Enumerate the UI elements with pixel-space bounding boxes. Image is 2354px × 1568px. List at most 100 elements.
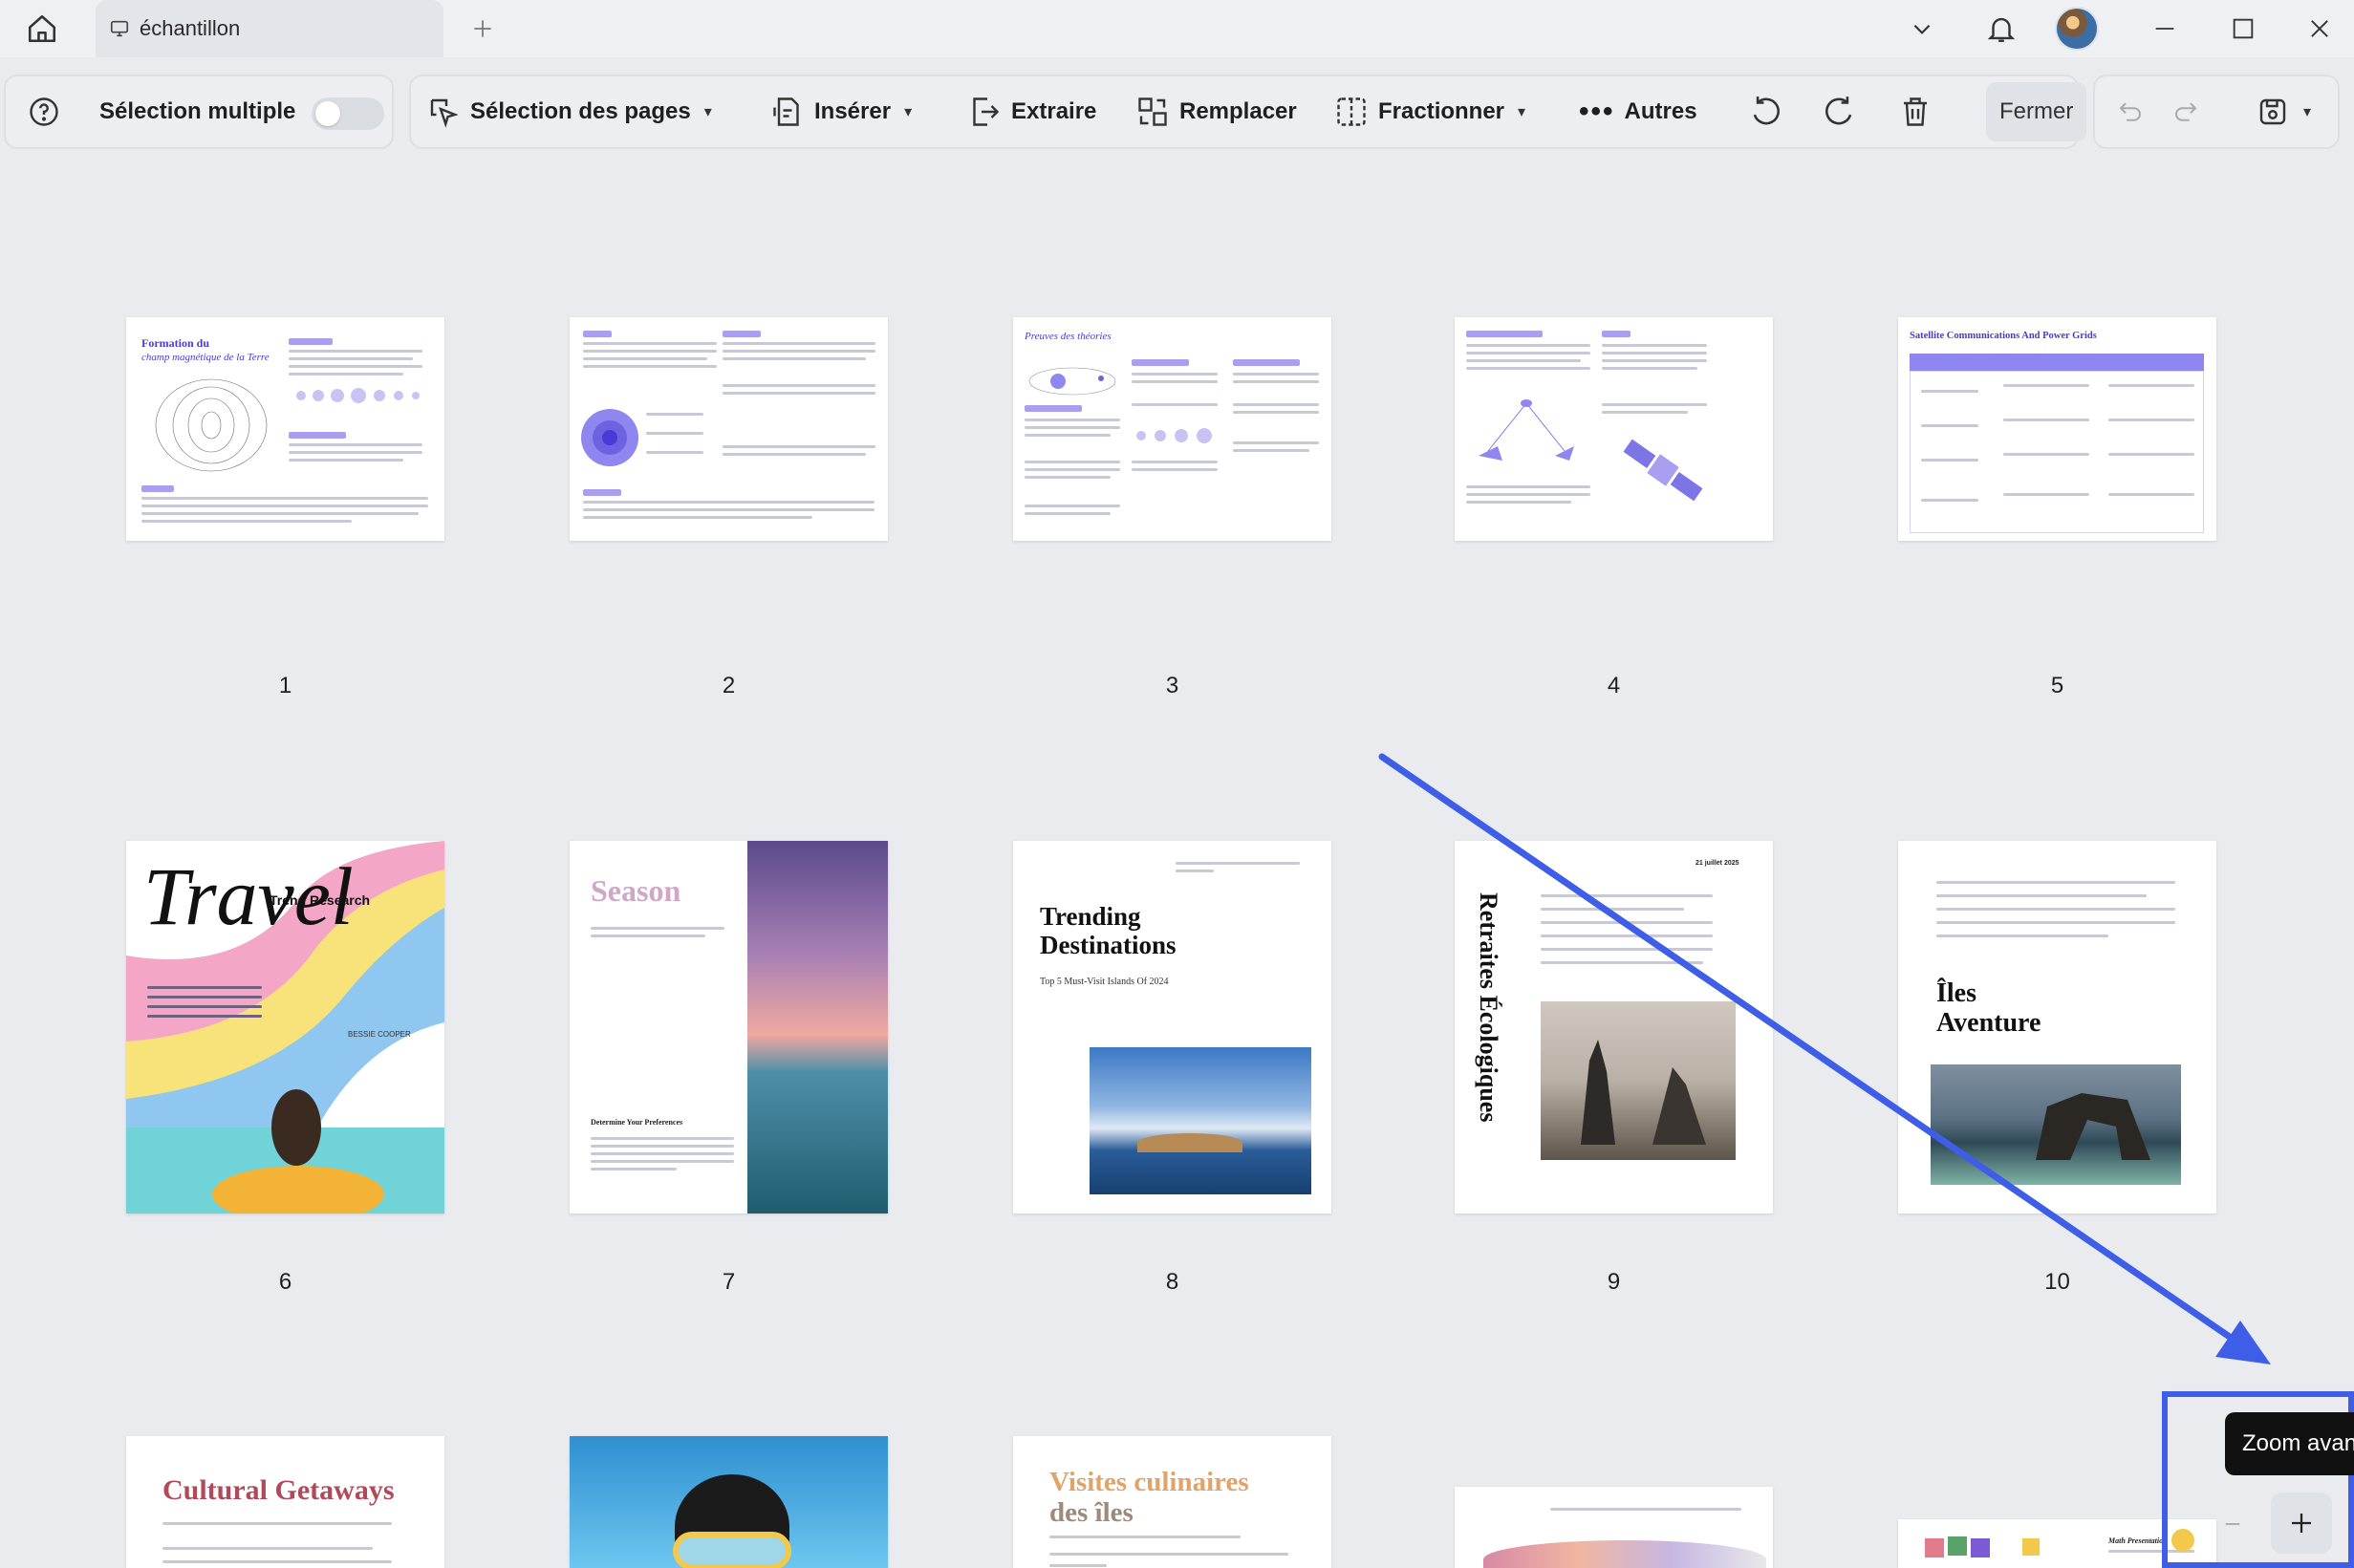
extract-button[interactable]: Extraire [967, 76, 1096, 147]
text-line [289, 365, 422, 368]
page-1-title: Formation du [141, 336, 210, 350]
text-line [1541, 921, 1713, 924]
emoji-icon[interactable] [2171, 1529, 2194, 1552]
page-thumbnail-5[interactable]: Satellite Communications And Power Grids [1898, 317, 2216, 541]
text-line [141, 512, 419, 515]
page-thumbnail-12[interactable] [570, 1436, 888, 1568]
rotate-left-button[interactable] [1747, 76, 1783, 147]
tab-title: échantillon [140, 16, 241, 40]
page-9-title: Retraites Écologiques [1475, 892, 1502, 1123]
page-thumbnail-13[interactable]: Visites culinaires des îles [1013, 1436, 1331, 1568]
chevron-down-icon: ▾ [904, 104, 913, 120]
zoom-in-button[interactable] [2271, 1493, 2332, 1554]
help-button[interactable] [27, 76, 61, 147]
redo-button[interactable] [2171, 76, 2200, 147]
tabs-dropdown-button[interactable] [1902, 0, 1942, 57]
page-13-title-2: des îles [1049, 1497, 1134, 1528]
text-line [1025, 461, 1120, 463]
zoom-in-tooltip: Zoom avant [2225, 1412, 2354, 1475]
text-line [723, 357, 866, 360]
arch-shape [2036, 1093, 2150, 1160]
delete-button[interactable] [1898, 76, 1933, 147]
close-window-button[interactable] [2296, 0, 2343, 57]
text-line [1936, 908, 2175, 911]
replace-button[interactable]: Remplacer [1135, 76, 1297, 147]
text-line [583, 501, 875, 504]
save-button[interactable]: ▾ [2256, 76, 2311, 147]
home-button[interactable] [19, 9, 65, 49]
page-selection-button[interactable]: Sélection des pages ▾ [426, 76, 712, 147]
user-avatar[interactable] [2051, 0, 2103, 57]
page-thumbnail-1[interactable]: Formation du champ magnétique de la Terr… [126, 317, 444, 541]
page-thumbnail-9[interactable]: 21 juillet 2025 Retraites Écologiques [1455, 841, 1773, 1214]
close-button[interactable]: Fermer [1986, 82, 2087, 141]
page-thumbnail-10[interactable]: Îles Aventure [1898, 841, 2216, 1214]
text-line [583, 342, 717, 345]
text-line [1025, 468, 1120, 471]
text-line [1541, 961, 1703, 964]
text-line [646, 451, 703, 454]
page-number-1: 1 [278, 673, 292, 698]
text-line [1541, 894, 1713, 897]
text-line [1233, 411, 1319, 414]
undo-button[interactable] [2116, 76, 2145, 147]
page-thumbnail-14[interactable] [1455, 1487, 1773, 1568]
landscape-photo [1483, 1540, 1766, 1568]
page-thumbnail-2[interactable] [570, 317, 888, 541]
more-button[interactable]: ••• Autres [1579, 76, 1697, 147]
document-tab[interactable]: échantillon [96, 0, 443, 57]
page-thumbnail-3[interactable]: Preuves des théories [1013, 317, 1331, 541]
maximize-button[interactable] [2219, 0, 2267, 57]
rotate-right-button[interactable] [1822, 76, 1858, 147]
new-tab-button[interactable] [463, 10, 503, 48]
insert-button[interactable]: Insérer ▾ [770, 76, 912, 147]
split-label: Fractionner [1378, 98, 1505, 124]
multi-select-label: Sélection multiple [99, 98, 296, 124]
text-line [1541, 908, 1684, 911]
text-line [162, 1522, 392, 1525]
planets-row [296, 388, 420, 403]
page-thumbnail-7[interactable]: Season Determine Your Preferences [570, 841, 888, 1214]
save-icon [2259, 98, 2286, 125]
page-thumbnail-6[interactable]: Travel Trend Research BESSIE COOPER [126, 841, 444, 1214]
page-thumbnail-8[interactable]: Trending Destinations Top 5 Must-Visit I… [1013, 841, 1331, 1214]
page-7-title: Season [591, 873, 681, 908]
text-line [583, 365, 717, 368]
text-line [723, 392, 875, 395]
split-button[interactable]: Fractionner ▾ [1334, 76, 1525, 147]
sunset-ocean-photo [747, 841, 888, 1214]
page-number-5: 5 [2050, 673, 2064, 698]
page-1-title-2: champ magnétique de la Terre [141, 352, 270, 363]
annotation-arrow [1378, 753, 2271, 1364]
text-line [1541, 934, 1713, 937]
help-icon [30, 97, 58, 126]
zoom-out-button[interactable] [2214, 1500, 2252, 1548]
text-line [1936, 921, 2175, 924]
text-line [162, 1560, 392, 1563]
text-line [1233, 373, 1319, 376]
extract-label: Extraire [1011, 98, 1097, 124]
text-line [1550, 1508, 1741, 1511]
minimize-button[interactable] [2141, 0, 2189, 57]
rock-shape [1581, 1040, 1615, 1145]
page-number-9: 9 [1607, 1269, 1621, 1295]
text-line [289, 373, 403, 376]
text-line [1602, 359, 1707, 362]
page-thumbnail-4[interactable] [1455, 317, 1773, 541]
text-line [1602, 411, 1688, 414]
insert-page-icon [773, 97, 799, 126]
text-line [1025, 476, 1111, 479]
multi-select-toggle[interactable] [312, 97, 384, 130]
page-8-subtitle: Top 5 Must-Visit Islands Of 2024 [1040, 977, 1169, 987]
notifications-button[interactable] [1978, 0, 2024, 57]
text-line [147, 986, 262, 989]
text-line [1541, 948, 1713, 951]
page-number-4: 4 [1607, 673, 1621, 698]
page-thumbnail-11[interactable]: Cultural Getaways [126, 1436, 444, 1568]
text-line [591, 1168, 677, 1171]
text-line [1025, 434, 1111, 437]
text-line [723, 453, 866, 456]
text-line [289, 443, 422, 446]
section-heading [1602, 331, 1631, 337]
color-swatch [2022, 1538, 2040, 1556]
